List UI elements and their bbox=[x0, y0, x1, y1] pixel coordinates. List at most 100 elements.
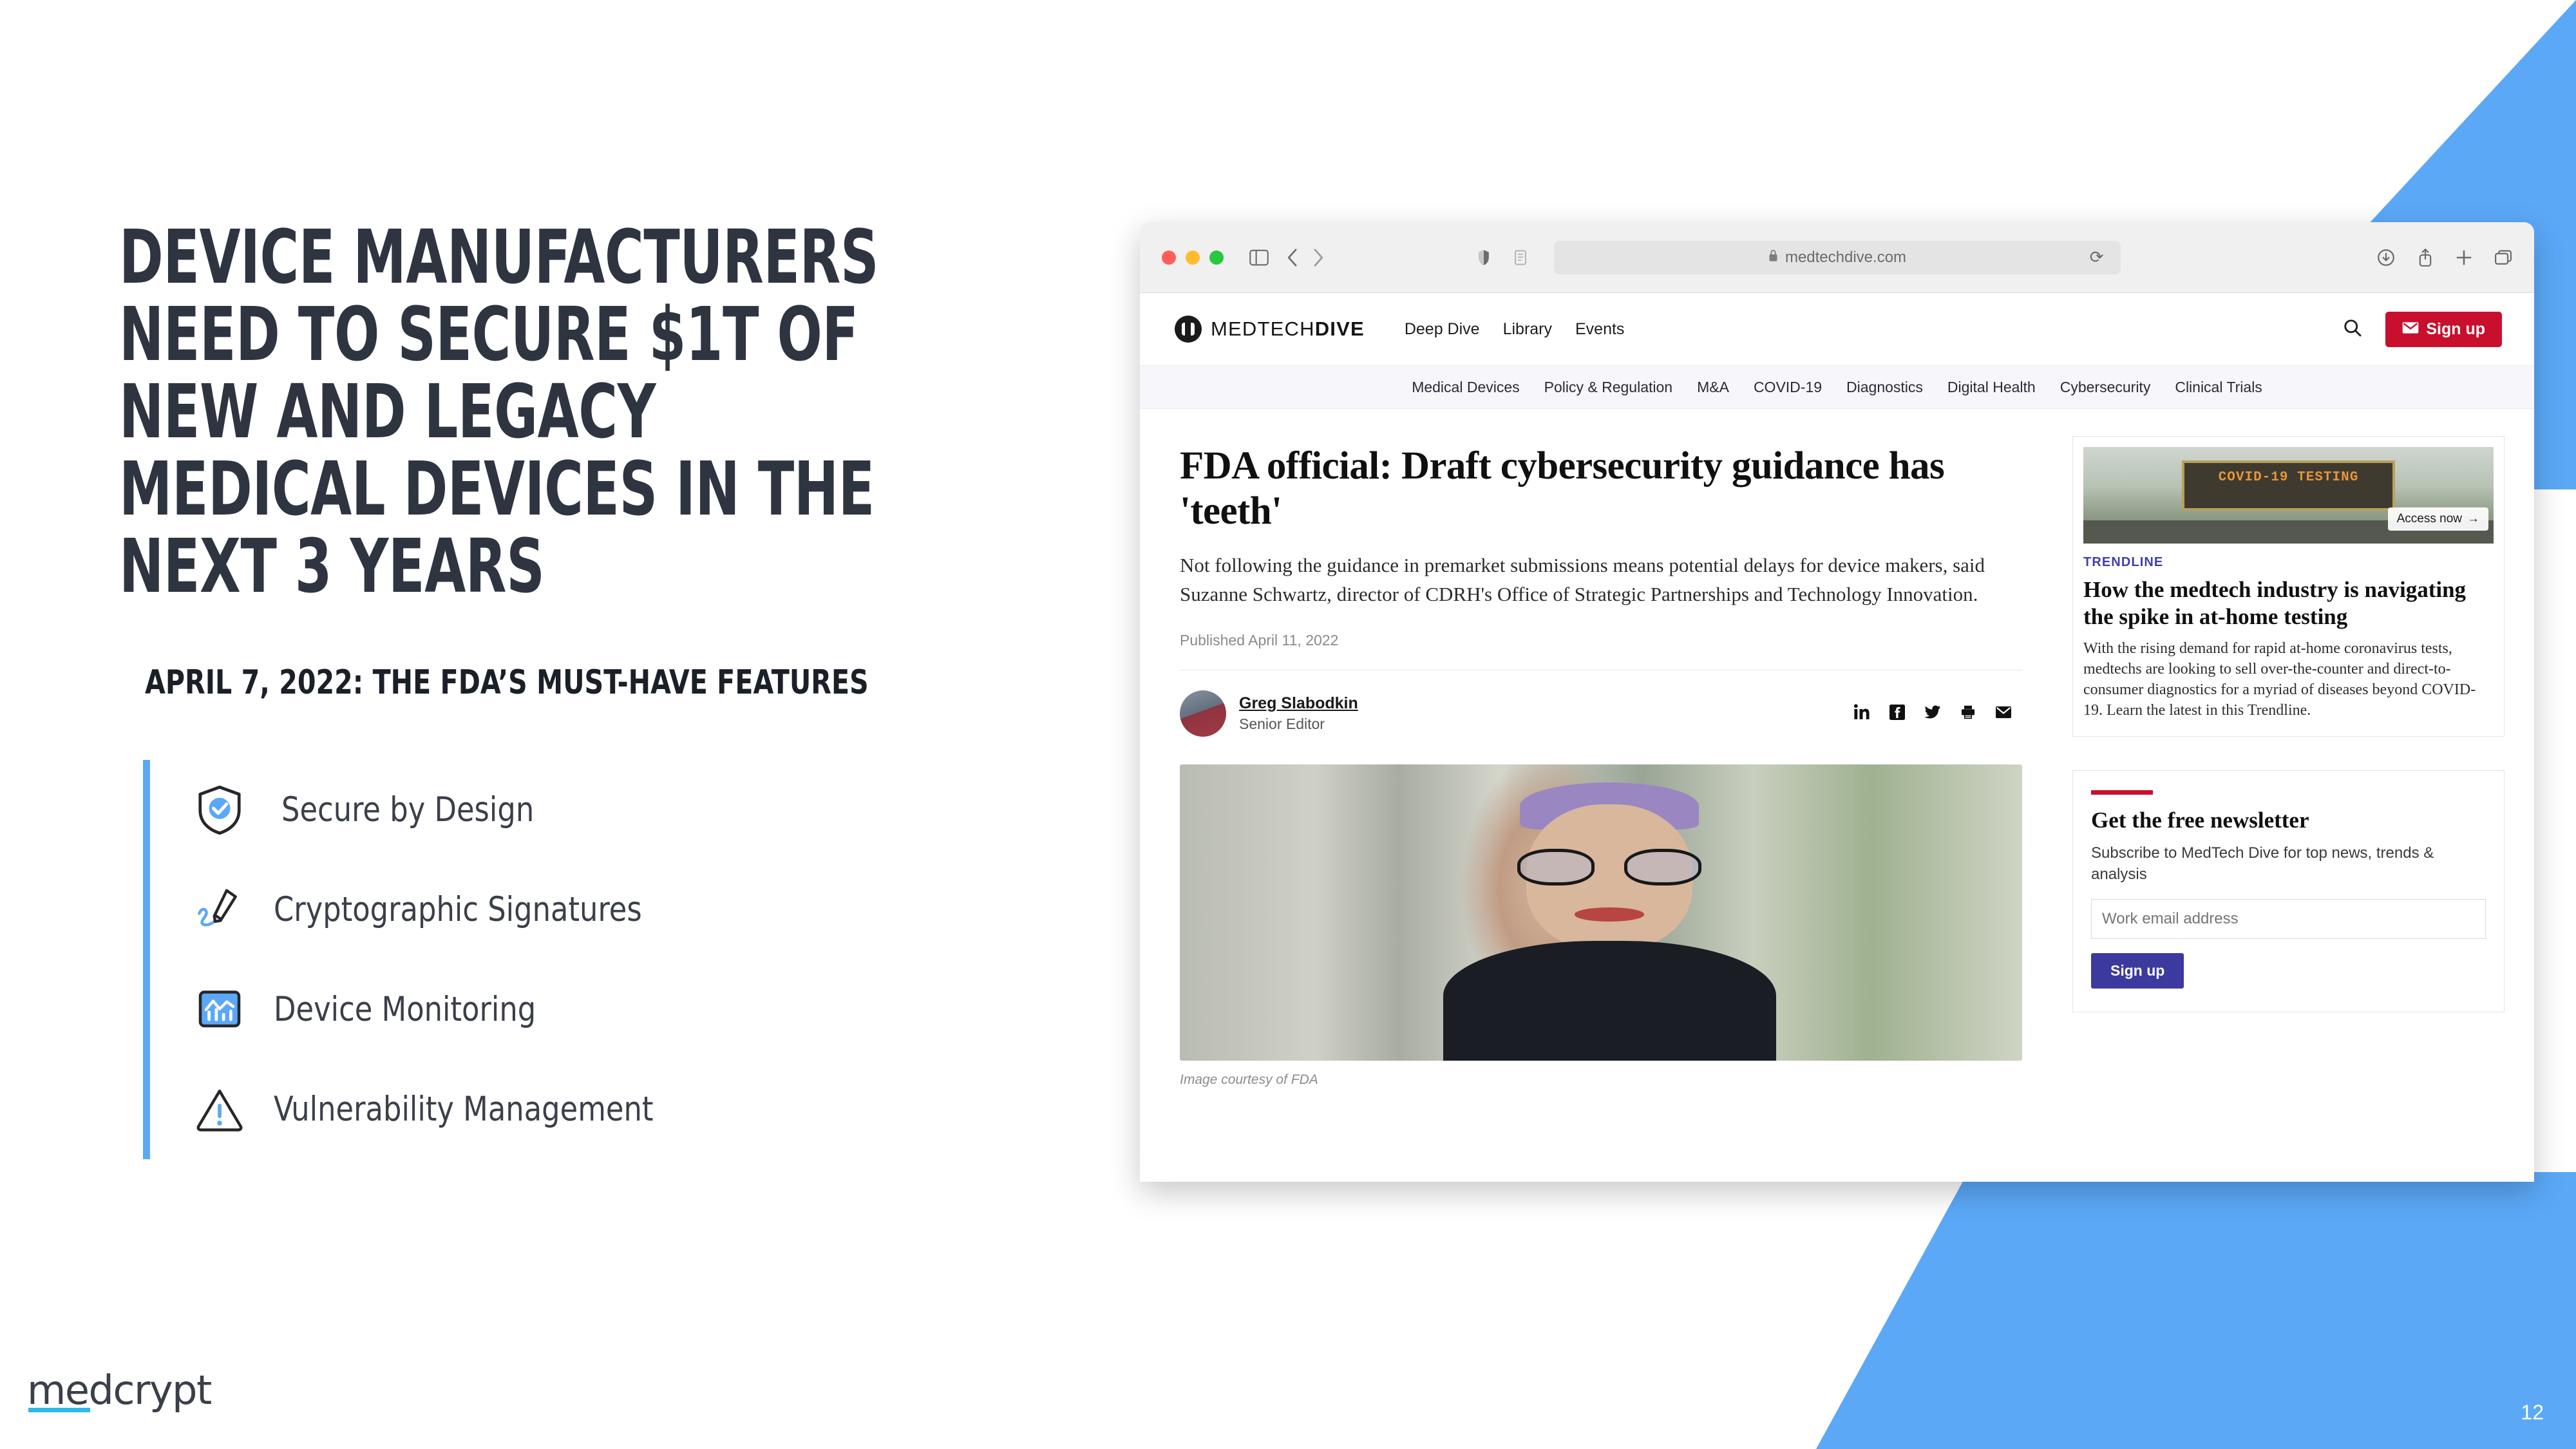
tab-overview-icon[interactable] bbox=[2494, 249, 2512, 266]
author-role: Senior Editor bbox=[1239, 715, 1325, 732]
logo-prefix: med bbox=[27, 1367, 114, 1414]
feature-list: Secure by Design Cryptographic Signature… bbox=[143, 760, 980, 1159]
twitter-icon[interactable] bbox=[1924, 705, 1941, 723]
subnav-item-policy-regulation[interactable]: Policy & Regulation bbox=[1544, 379, 1672, 396]
feature-label: Vulnerability Management bbox=[274, 1090, 654, 1129]
photo-lens-right bbox=[1624, 849, 1701, 886]
url-text: medtechdive.com bbox=[1785, 248, 1907, 266]
newsletter-title: Get the free newsletter bbox=[2091, 808, 2309, 833]
trendline-image: COVID-19 TESTING Access now → bbox=[2083, 447, 2494, 544]
shield-check-icon bbox=[190, 781, 249, 840]
newsletter-signup-button[interactable]: Sign up bbox=[2091, 953, 2184, 989]
primary-navigation: Deep Dive Library Events bbox=[1405, 320, 1625, 339]
url-bar[interactable]: medtechdive.com ⟳ bbox=[1478, 240, 2121, 274]
article-photo bbox=[1180, 764, 2022, 1061]
access-now-badge[interactable]: Access now → bbox=[2387, 507, 2488, 531]
warning-triangle-icon bbox=[190, 1080, 249, 1139]
subnav-item-clinical-trials[interactable]: Clinical Trials bbox=[2175, 379, 2262, 396]
reload-icon[interactable]: ⟳ bbox=[2090, 247, 2104, 267]
signup-button[interactable]: Sign up bbox=[2385, 311, 2502, 347]
print-icon[interactable] bbox=[1960, 705, 1976, 723]
article-headline: FDA official: Draft cybersecurity guidan… bbox=[1180, 444, 1945, 533]
browser-toolbar: medtechdive.com ⟳ bbox=[1140, 222, 2534, 293]
chevron-left-icon[interactable] bbox=[1287, 248, 1300, 267]
downloads-icon[interactable] bbox=[2377, 249, 2395, 267]
share-icons bbox=[1853, 703, 2012, 724]
list-item: Cryptographic Signatures bbox=[150, 860, 980, 960]
medtechdive-logo[interactable]: MEDTECHDIVE bbox=[1175, 316, 1365, 343]
secondary-navigation: Medical Devices Policy & Regulation M&A … bbox=[1140, 365, 2534, 409]
arrow-right-icon: → bbox=[2467, 512, 2479, 526]
chart-monitor-icon bbox=[190, 980, 249, 1039]
logo-text-regular: MEDTECH bbox=[1211, 317, 1315, 340]
logo-text-bold: DIVE bbox=[1314, 317, 1365, 340]
photo-subject bbox=[1443, 782, 1776, 1061]
list-item: Secure by Design bbox=[150, 760, 980, 860]
close-window-button[interactable] bbox=[1162, 250, 1176, 265]
nav-item-events[interactable]: Events bbox=[1575, 320, 1624, 339]
logo-underline bbox=[28, 1408, 90, 1412]
header-actions: Sign up bbox=[2343, 311, 2502, 347]
subnav-item-ma[interactable]: M&A bbox=[1697, 379, 1729, 396]
decorative-corner-bottom-right bbox=[1816, 1172, 2576, 1449]
feature-label: Cryptographic Signatures bbox=[274, 890, 642, 929]
linkedin-icon[interactable] bbox=[1853, 703, 1870, 724]
nav-item-library[interactable]: Library bbox=[1503, 320, 1552, 339]
browser-right-actions bbox=[2377, 248, 2512, 267]
sidebar-toggle-icon[interactable] bbox=[1249, 249, 1269, 266]
newsletter-card: Get the free newsletter Subscribe to Med… bbox=[2072, 770, 2505, 1012]
medcrypt-logo: medcrypt bbox=[27, 1367, 212, 1414]
trendline-body: With the rising demand for rapid at-home… bbox=[2083, 640, 2476, 719]
window-traffic-lights[interactable] bbox=[1162, 250, 1224, 265]
trendline-kicker: TRENDLINE bbox=[2083, 555, 2164, 569]
feature-label: Device Monitoring bbox=[274, 990, 536, 1029]
photo-glasses bbox=[1517, 849, 1701, 886]
newsletter-subtitle: Subscribe to MedTech Dive for top news, … bbox=[2091, 844, 2434, 883]
page-body: FDA official: Draft cybersecurity guidan… bbox=[1140, 409, 2534, 1088]
maximize-window-button[interactable] bbox=[1209, 250, 1224, 265]
slide-left-panel: DEVICE MANUFACTURERS NEED TO SECURE $1T … bbox=[0, 0, 1095, 1449]
newsletter-rule bbox=[2091, 790, 2153, 795]
share-icon[interactable] bbox=[2417, 248, 2434, 267]
page-title: DEVICE MANUFACTURERS NEED TO SECURE $1T … bbox=[119, 214, 879, 610]
search-icon[interactable] bbox=[2343, 318, 2362, 341]
photo-lips bbox=[1574, 907, 1645, 922]
access-now-label: Access now bbox=[2396, 512, 2462, 526]
reader-view-icon[interactable] bbox=[1514, 249, 1527, 265]
photo-lens-left bbox=[1517, 849, 1595, 886]
list-item: Device Monitoring bbox=[150, 960, 980, 1059]
trendline-card[interactable]: COVID-19 TESTING Access now → TRENDLINE … bbox=[2072, 436, 2505, 737]
new-tab-icon[interactable] bbox=[2456, 249, 2472, 266]
subnav-item-covid-19[interactable]: COVID-19 bbox=[1754, 379, 1822, 396]
slide-subtitle: APRIL 7, 2022: THE FDA’S MUST-HAVE FEATU… bbox=[145, 663, 869, 702]
minimize-window-button[interactable] bbox=[1186, 250, 1200, 265]
subnav-item-diagnostics[interactable]: Diagnostics bbox=[1846, 379, 1923, 396]
covid-testing-sign-text: COVID-19 TESTING bbox=[2218, 470, 2359, 485]
medtechdive-logo-mark bbox=[1175, 316, 1202, 343]
logo-suffix: crypt bbox=[113, 1367, 212, 1414]
page-number: 12 bbox=[2521, 1401, 2544, 1424]
author-name-link[interactable]: Greg Slabodkin bbox=[1239, 694, 1358, 713]
avatar bbox=[1180, 690, 1226, 737]
byline: Greg Slabodkin Senior Editor bbox=[1180, 688, 2022, 739]
subnav-item-cybersecurity[interactable]: Cybersecurity bbox=[2060, 379, 2151, 396]
article-column: FDA official: Draft cybersecurity guidan… bbox=[1140, 409, 2061, 1088]
email-field[interactable] bbox=[2091, 899, 2486, 939]
signup-button-label: Sign up bbox=[2426, 319, 2485, 338]
list-item: Vulnerability Management bbox=[150, 1059, 980, 1159]
subnav-item-medical-devices[interactable]: Medical Devices bbox=[1412, 379, 1519, 396]
browser-window-screenshot: medtechdive.com ⟳ MEDTECHDIVE Deep Dive … bbox=[1140, 222, 2534, 1182]
subnav-item-digital-health[interactable]: Digital Health bbox=[1947, 379, 2036, 396]
sidebar-column: COVID-19 TESTING Access now → TRENDLINE … bbox=[2061, 409, 2534, 1088]
chevron-right-icon[interactable] bbox=[1311, 248, 1324, 267]
trendline-title[interactable]: How the medtech industry is navigating t… bbox=[2083, 576, 2494, 630]
facebook-icon[interactable] bbox=[1889, 704, 1905, 723]
author-info: Greg Slabodkin Senior Editor bbox=[1239, 694, 1358, 733]
privacy-shield-icon[interactable] bbox=[1477, 249, 1491, 266]
padlock-icon bbox=[1768, 249, 1779, 267]
covid-testing-sign: COVID-19 TESTING bbox=[2181, 460, 2396, 511]
feature-label: Secure by Design bbox=[281, 790, 535, 829]
nav-item-deep-dive[interactable]: Deep Dive bbox=[1405, 320, 1480, 339]
site-header: MEDTECHDIVE Deep Dive Library Events Sig… bbox=[1140, 293, 2534, 365]
email-icon[interactable] bbox=[1995, 705, 2012, 723]
